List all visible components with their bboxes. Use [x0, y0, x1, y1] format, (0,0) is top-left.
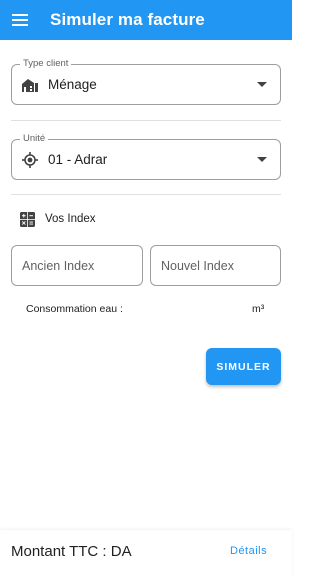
menu-button[interactable] — [0, 0, 40, 40]
type-client-dropdown[interactable]: Type client Ménage — [11, 57, 281, 105]
divider — [11, 120, 281, 121]
gps-target-icon — [21, 151, 39, 169]
consommation-unit: m³ — [252, 303, 265, 315]
page-title: Simuler ma facture — [50, 10, 205, 29]
simuler-button[interactable]: SIMULER — [206, 348, 281, 385]
ancien-index-input[interactable] — [11, 245, 143, 286]
divider — [11, 194, 281, 195]
chevron-down-icon — [252, 150, 272, 170]
app-root: Simuler ma facture Type client Ménage Un… — [0, 0, 292, 576]
unite-label: Unité — [20, 132, 49, 146]
app-bar: Simuler ma facture — [0, 0, 292, 40]
chevron-down-icon — [252, 75, 272, 95]
total-amount-label: Montant TTC : DA — [11, 543, 132, 560]
index-section-title: Vos Index — [45, 213, 96, 225]
calculator-icon — [20, 211, 35, 227]
nouvel-index-input[interactable] — [150, 245, 281, 286]
unite-dropdown[interactable]: Unité 01 - Adrar — [11, 132, 281, 180]
index-section-header: Vos Index — [20, 211, 96, 227]
type-client-label: Type client — [20, 57, 72, 71]
type-client-value: Ménage — [48, 77, 97, 92]
unite-value: 01 - Adrar — [48, 152, 108, 167]
details-link[interactable]: Détails — [230, 545, 267, 557]
menu-icon — [12, 14, 28, 26]
house-icon — [21, 76, 39, 94]
consommation-label: Consommation eau : — [26, 303, 123, 315]
